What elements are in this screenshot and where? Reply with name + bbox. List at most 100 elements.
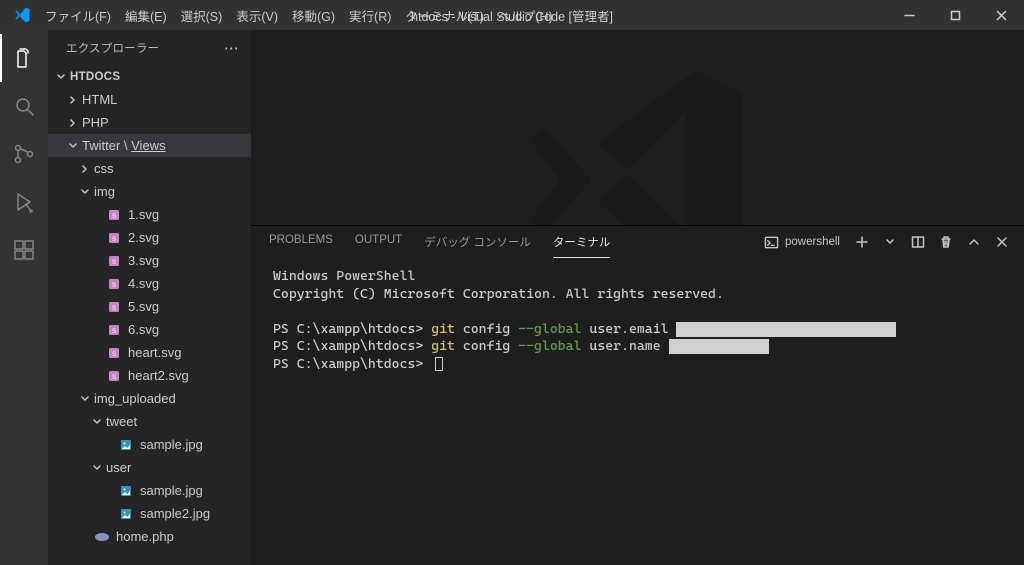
panel-tab[interactable]: デバッグ コンソール: [424, 227, 531, 258]
tree-file[interactable]: S 3.svg: [48, 249, 251, 272]
tree-label: tweet: [106, 414, 137, 429]
img-file-icon: [118, 506, 134, 522]
php-file-icon: [94, 529, 110, 545]
tree-label: 2.svg: [128, 230, 159, 245]
tree-file[interactable]: Sheart.svg: [48, 341, 251, 364]
svg-text:S: S: [112, 306, 116, 312]
activity-explorer[interactable]: [0, 34, 48, 82]
spacer: [90, 208, 104, 222]
tree-label: css: [94, 161, 114, 176]
spacer: [102, 438, 116, 452]
menu-item[interactable]: 移動(G): [285, 0, 342, 30]
svg-text:S: S: [112, 237, 116, 243]
activity-scm[interactable]: [0, 130, 48, 178]
chevron-down-icon: [66, 139, 80, 153]
svg-text:S: S: [112, 214, 116, 220]
terminal-split-dropdown[interactable]: [878, 230, 902, 254]
more-icon[interactable]: ⋯: [224, 39, 239, 57]
svg-text:S: S: [112, 329, 116, 335]
svg-file-icon: S: [106, 345, 122, 361]
tree-label: Twitter \ Views: [82, 138, 166, 153]
tree-label: sample2.jpg: [140, 506, 210, 521]
svg-file-icon: S: [106, 253, 122, 269]
panel-tabs: PROBLEMS OUTPUT デバッグ コンソールターミナル powershell: [251, 226, 1024, 258]
chevron-down-icon: [78, 185, 92, 199]
menu-item[interactable]: 選択(S): [174, 0, 230, 30]
maximize-button[interactable]: [932, 0, 978, 30]
file-tree: HTDOCS HTML PHP Twitter \ Views css img S 1.sv…: [48, 65, 251, 565]
terminal-cursor: [435, 357, 443, 371]
tree-file[interactable]: S 6.svg: [48, 318, 251, 341]
svg-file-icon: S: [106, 207, 122, 223]
tree-file[interactable]: home.php: [48, 525, 251, 548]
spacer: [90, 254, 104, 268]
svg-file-icon: S: [106, 230, 122, 246]
tree-folder[interactable]: tweet: [48, 410, 251, 433]
tree-file[interactable]: sample.jpg: [48, 433, 251, 456]
tree-folder[interactable]: HTML: [48, 88, 251, 111]
tree-label: img_uploaded: [94, 391, 176, 406]
vscode-icon: [6, 6, 38, 24]
img-file-icon: [118, 437, 134, 453]
svg-text:S: S: [112, 352, 116, 358]
tree-file[interactable]: S5.svg: [48, 295, 251, 318]
spacer: [90, 346, 104, 360]
tree-label: heart.svg: [128, 345, 181, 360]
tree-label: user: [106, 460, 131, 475]
sidebar-title: エクスプローラー: [66, 40, 159, 56]
activity-extensions[interactable]: [0, 226, 48, 274]
tree-folder[interactable]: PHP: [48, 111, 251, 134]
menu-item[interactable]: 表示(V): [229, 0, 285, 30]
spacer: [90, 369, 104, 383]
tree-label: 1.svg: [128, 207, 159, 222]
tree-folder[interactable]: img_uploaded: [48, 387, 251, 410]
panel-tab[interactable]: PROBLEMS: [269, 227, 333, 258]
svg-file-icon: S: [106, 368, 122, 384]
menu-item[interactable]: ファイル(F): [38, 0, 118, 30]
chevron-right-icon: [66, 93, 80, 107]
tree-label: 6.svg: [128, 322, 159, 337]
menu-item[interactable]: 実行(R): [342, 0, 398, 30]
terminal-shell-label[interactable]: powershell: [764, 235, 840, 250]
tree-folder[interactable]: Twitter \ Views: [48, 134, 251, 157]
img-file-icon: [118, 483, 134, 499]
tree-folder[interactable]: user: [48, 456, 251, 479]
tree-label: home.php: [116, 529, 174, 544]
tree-label: heart2.svg: [128, 368, 189, 383]
spacer: [102, 484, 116, 498]
tree-root[interactable]: HTDOCS: [48, 65, 251, 88]
svg-text:S: S: [112, 283, 116, 289]
svg-file-icon: S: [106, 276, 122, 292]
maximize-panel-button[interactable]: [962, 230, 986, 254]
tree-folder[interactable]: img: [48, 180, 251, 203]
svg-text:S: S: [112, 260, 116, 266]
tree-file[interactable]: sample.jpg: [48, 479, 251, 502]
tree-file[interactable]: Sheart2.svg: [48, 364, 251, 387]
panel-tab[interactable]: ターミナル: [553, 227, 611, 258]
new-terminal-button[interactable]: [850, 230, 874, 254]
menu-item[interactable]: 編集(E): [118, 0, 174, 30]
activity-run[interactable]: [0, 178, 48, 226]
sidebar-header: エクスプローラー ⋯: [48, 30, 251, 65]
tree-folder[interactable]: css: [48, 157, 251, 180]
spacer: [78, 530, 92, 544]
activity-search[interactable]: [0, 82, 48, 130]
redacted-value: [669, 339, 769, 354]
kill-terminal-button[interactable]: [934, 230, 958, 254]
tree-file[interactable]: sample2.jpg: [48, 502, 251, 525]
minimize-button[interactable]: [886, 0, 932, 30]
tree-label: HTML: [82, 92, 117, 107]
close-button[interactable]: [978, 0, 1024, 30]
terminal-output[interactable]: Windows PowerShell Copyright (C) Microso…: [251, 258, 1024, 565]
panel-tab[interactable]: OUTPUT: [355, 227, 402, 258]
close-panel-button[interactable]: [990, 230, 1014, 254]
activity-bar: [0, 30, 48, 565]
tree-file[interactable]: S 1.svg: [48, 203, 251, 226]
tree-file[interactable]: S 2.svg: [48, 226, 251, 249]
tree-label: PHP: [82, 115, 109, 130]
spacer: [90, 277, 104, 291]
tree-label: 3.svg: [128, 253, 159, 268]
split-terminal-button[interactable]: [906, 230, 930, 254]
tree-file[interactable]: S4.svg: [48, 272, 251, 295]
svg-text:S: S: [112, 375, 116, 381]
